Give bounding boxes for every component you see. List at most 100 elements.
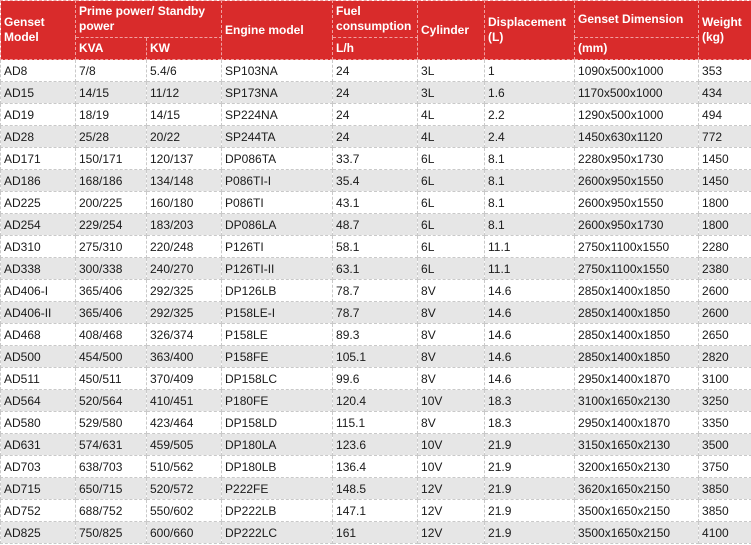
header-subrow: KVA KW L/h (mm)	[1, 37, 751, 60]
cell-kva: 454/500	[75, 345, 147, 368]
cell-fuel-consumption: 99.6	[332, 367, 419, 390]
cell-genset-model: AD338	[0, 257, 76, 280]
cell-displacement: 11.1	[484, 257, 576, 280]
col-fuel-unit: L/h	[332, 37, 419, 60]
cell-kva: 18/19	[75, 103, 147, 126]
col-genset-dimension: Genset Dimension	[574, 0, 700, 38]
cell-genset-model: AD580	[0, 411, 76, 434]
cell-weight: 3850	[698, 499, 751, 522]
cell-displacement: 21.9	[484, 455, 576, 478]
cell-cylinder: 8V	[417, 345, 486, 368]
cell-fuel-consumption: 58.1	[332, 235, 419, 258]
cell-genset-model: AD28	[0, 125, 76, 148]
cell-kva: 229/254	[75, 213, 147, 236]
table-row: AD8 7/8 5.4/6 SP103NA 24 3L 1 1090x500x1000 353	[0, 59, 751, 82]
cell-engine-model: DP158LC	[221, 367, 334, 390]
cell-kw: 120/137	[145, 147, 223, 170]
table-row: AD254 229/254 183/203 DP086LA 48.7 6L 8.1 2600x…	[0, 213, 751, 236]
cell-engine-model: DP222LC	[221, 521, 334, 544]
cell-fuel-consumption: 89.3	[332, 323, 419, 346]
cell-genset-dimension: 2750x1100x1550	[574, 235, 700, 258]
cell-kw: 240/270	[145, 257, 223, 280]
cell-engine-model: P086TI-I	[221, 169, 334, 192]
cell-genset-dimension: 2850x1400x1850	[574, 323, 700, 346]
cell-fuel-consumption: 24	[332, 59, 419, 82]
table-row: AD225 200/225 160/180 P086TI 43.1 6L 8.1 2600x9…	[0, 191, 751, 214]
cell-fuel-consumption: 147.1	[332, 499, 419, 522]
cell-kw: 550/602	[145, 499, 223, 522]
cell-genset-model: AD310	[0, 235, 76, 258]
cell-kva: 650/715	[75, 477, 147, 500]
cell-fuel-consumption: 24	[332, 125, 419, 148]
cell-genset-model: AD15	[0, 81, 76, 104]
cell-genset-dimension: 2600x950x1550	[574, 191, 700, 214]
table-row: AD171 150/171 120/137 DP086TA 33.7 6L 8.1 2280x…	[0, 147, 751, 170]
col-kva: KVA	[75, 37, 147, 60]
cell-engine-model: P126TI-II	[221, 257, 334, 280]
cell-displacement: 21.9	[484, 433, 576, 456]
cell-cylinder: 6L	[417, 235, 486, 258]
cell-engine-model: DP086LA	[221, 213, 334, 236]
cell-cylinder: 12V	[417, 499, 486, 522]
cell-weight: 2380	[698, 257, 751, 280]
cell-displacement: 8.1	[484, 169, 576, 192]
cell-cylinder: 8V	[417, 411, 486, 434]
cell-kva: 750/825	[75, 521, 147, 544]
cell-kva: 450/511	[75, 367, 147, 390]
cell-cylinder: 6L	[417, 169, 486, 192]
cell-engine-model: SP224NA	[221, 103, 334, 126]
cell-engine-model: P158FE	[221, 345, 334, 368]
cell-fuel-consumption: 48.7	[332, 213, 419, 236]
cell-fuel-consumption: 136.4	[332, 455, 419, 478]
cell-fuel-consumption: 148.5	[332, 477, 419, 500]
cell-kva: 150/171	[75, 147, 147, 170]
table-row: AD406-II 365/406 292/325 P158LE-I 78.7 8V 14.6…	[0, 301, 751, 324]
cell-genset-dimension: 2750x1100x1550	[574, 257, 700, 280]
cell-cylinder: 4L	[417, 103, 486, 126]
cell-genset-model: AD254	[0, 213, 76, 236]
cell-weight: 1450	[698, 169, 751, 192]
cell-displacement: 14.6	[484, 301, 576, 324]
cell-kva: 25/28	[75, 125, 147, 148]
cell-fuel-consumption: 120.4	[332, 389, 419, 412]
cell-weight: 3500	[698, 433, 751, 456]
cell-cylinder: 12V	[417, 477, 486, 500]
cell-genset-dimension: 3200x1650x2130	[574, 455, 700, 478]
cell-fuel-consumption: 115.1	[332, 411, 419, 434]
cell-kva: 7/8	[75, 59, 147, 82]
cell-genset-model: AD564	[0, 389, 76, 412]
cell-kw: 183/203	[145, 213, 223, 236]
cell-displacement: 14.6	[484, 367, 576, 390]
cell-displacement: 8.1	[484, 191, 576, 214]
cell-genset-dimension: 2850x1400x1850	[574, 345, 700, 368]
cell-cylinder: 8V	[417, 323, 486, 346]
cell-fuel-consumption: 33.7	[332, 147, 419, 170]
cell-kva: 365/406	[75, 279, 147, 302]
cell-fuel-consumption: 35.4	[332, 169, 419, 192]
cell-kw: 510/562	[145, 455, 223, 478]
cell-weight: 434	[698, 81, 751, 104]
table-row: AD406-I 365/406 292/325 DP126LB 78.7 8V 14.6 28…	[0, 279, 751, 302]
cell-kw: 370/409	[145, 367, 223, 390]
cell-cylinder: 10V	[417, 389, 486, 412]
cell-cylinder: 8V	[417, 367, 486, 390]
cell-kw: 292/325	[145, 279, 223, 302]
cell-engine-model: SP103NA	[221, 59, 334, 82]
cell-engine-model: P180FE	[221, 389, 334, 412]
cell-weight: 3350	[698, 411, 751, 434]
cell-displacement: 21.9	[484, 499, 576, 522]
cell-displacement: 14.6	[484, 345, 576, 368]
col-genset-model: Genset Model	[0, 0, 76, 60]
cell-genset-dimension: 2600x950x1550	[574, 169, 700, 192]
cell-engine-model: DP086TA	[221, 147, 334, 170]
table-row: AD631 574/631 459/505 DP180LA 123.6 10V 21.9 31…	[0, 433, 751, 456]
table-body: AD8 7/8 5.4/6 SP103NA 24 3L 1 1090x500x1000 353 A…	[0, 59, 751, 544]
cell-genset-dimension: 3150x1650x2130	[574, 433, 700, 456]
cell-kw: 160/180	[145, 191, 223, 214]
cell-weight: 3250	[698, 389, 751, 412]
cell-genset-model: AD511	[0, 367, 76, 390]
cell-displacement: 1	[484, 59, 576, 82]
cell-genset-model: AD468	[0, 323, 76, 346]
cell-engine-model: P126TI	[221, 235, 334, 258]
cell-kw: 11/12	[145, 81, 223, 104]
